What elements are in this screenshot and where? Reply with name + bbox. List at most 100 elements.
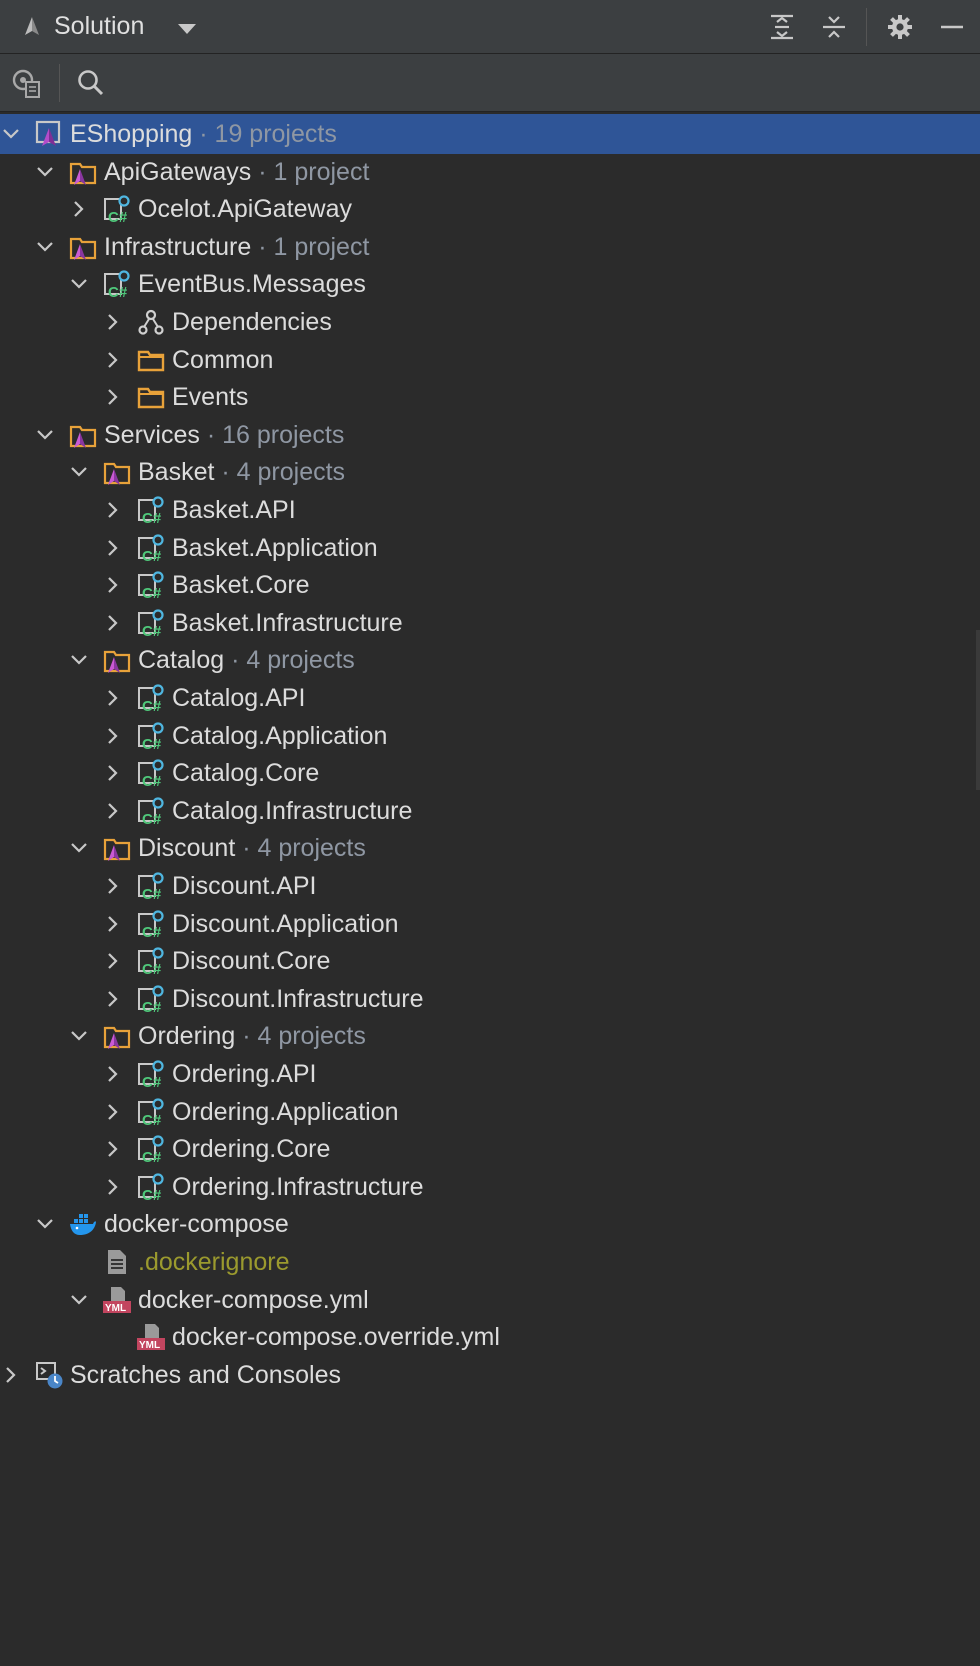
minimize-icon[interactable] [936, 11, 968, 43]
svg-text:C#: C# [142, 623, 162, 637]
chevron-right-icon[interactable] [103, 801, 123, 821]
chevron-down-icon[interactable] [69, 838, 89, 858]
chevron-right-icon[interactable] [103, 538, 123, 558]
tree-node[interactable]: C# Discount.Application [0, 904, 980, 944]
tree-node[interactable]: C# EventBus.Messages [0, 264, 980, 304]
node-name: Infrastructure [104, 233, 252, 261]
tree-node[interactable]: C# Catalog.API [0, 678, 980, 718]
window-title[interactable]: Solution [54, 12, 144, 41]
scrollbar[interactable] [976, 630, 980, 790]
tree-node[interactable]: Basket · 4 projects [0, 452, 980, 492]
chevron-down-icon[interactable] [69, 1026, 89, 1046]
yaml-file-icon: YML [137, 1323, 165, 1351]
chevron-right-icon[interactable] [103, 500, 123, 520]
chevron-right-icon[interactable] [103, 876, 123, 896]
expand-all-icon[interactable] [766, 11, 798, 43]
tree-node[interactable]: Services · 16 projects [0, 415, 980, 455]
csharp-project-icon: C# [137, 910, 165, 941]
tree-node[interactable]: Scratches and Consoles [0, 1355, 980, 1395]
tree-node-label: Ordering · 4 projects [138, 1022, 366, 1050]
chevron-down-icon[interactable] [35, 1214, 55, 1234]
chevron-right-icon[interactable] [103, 1139, 123, 1159]
chevron-right-icon[interactable] [103, 688, 123, 708]
chevron-right-icon[interactable] [103, 613, 123, 633]
chevron-right-icon[interactable] [103, 1064, 123, 1084]
search-icon[interactable] [74, 66, 108, 100]
tree-node[interactable]: C# Ordering.Application [0, 1092, 980, 1132]
chevron-right-icon[interactable] [103, 387, 123, 407]
chevron-down-icon[interactable] [69, 274, 89, 294]
tree-node-label: Ordering.Application [172, 1098, 399, 1126]
tree-node[interactable]: C# Basket.API [0, 490, 980, 530]
chevron-right-icon[interactable] [103, 989, 123, 1009]
file-icon [103, 1248, 131, 1276]
chevron-right-icon[interactable] [103, 312, 123, 332]
chevron-right-icon[interactable] [103, 350, 123, 370]
tree-node[interactable]: C# Discount.Core [0, 941, 980, 981]
tree-node-label: Catalog.Infrastructure [172, 797, 412, 825]
chevron-right-icon[interactable] [103, 575, 123, 595]
chevron-right-icon[interactable] [103, 1177, 123, 1197]
chevron-down-icon[interactable] [178, 24, 196, 34]
tree-node[interactable]: Infrastructure · 1 project [0, 227, 980, 267]
tree-node[interactable]: C# Discount.Infrastructure [0, 979, 980, 1019]
tree-node-label: Events [172, 383, 248, 411]
tree-node[interactable]: C# Basket.Core [0, 565, 980, 605]
chevron-right-icon[interactable] [69, 199, 89, 219]
tree-node[interactable]: .dockerignore [0, 1242, 980, 1282]
collapse-all-icon[interactable] [818, 11, 850, 43]
tree-node-label: Common [172, 346, 273, 374]
chevron-down-icon[interactable] [1, 124, 21, 144]
locate-file-icon[interactable] [9, 66, 43, 100]
node-name: Discount.Core [172, 947, 331, 975]
chevron-right-icon[interactable] [103, 726, 123, 746]
tree-node[interactable]: Dependencies [0, 302, 980, 342]
tree-node-label: EShopping · 19 projects [70, 120, 337, 148]
chevron-right-icon[interactable] [103, 763, 123, 783]
chevron-down-icon[interactable] [69, 1290, 89, 1310]
svg-text:C#: C# [142, 811, 162, 825]
node-name: Scratches and Consoles [70, 1361, 341, 1389]
tree-node[interactable]: docker-compose [0, 1204, 980, 1244]
tree-node-label: Discount.Application [172, 910, 399, 938]
svg-text:C#: C# [142, 1187, 162, 1201]
tree-node[interactable]: C# Basket.Application [0, 528, 980, 568]
tree-node[interactable]: C# Ordering.API [0, 1054, 980, 1094]
tree-node[interactable]: Common [0, 340, 980, 380]
tree-node[interactable]: C# Catalog.Application [0, 716, 980, 756]
chevron-right-icon[interactable] [103, 914, 123, 934]
tree-node[interactable]: C# Ordering.Core [0, 1129, 980, 1169]
chevron-right-icon[interactable] [103, 951, 123, 971]
tree-node[interactable]: C# Basket.Infrastructure [0, 603, 980, 643]
chevron-down-icon[interactable] [35, 425, 55, 445]
tree-node[interactable]: YML docker-compose.yml [0, 1280, 980, 1320]
tree-node[interactable]: C# Catalog.Infrastructure [0, 791, 980, 831]
gear-icon[interactable] [884, 11, 916, 43]
tree-node[interactable]: ApiGateways · 1 project [0, 152, 980, 192]
tree-node[interactable]: Discount · 4 projects [0, 828, 980, 868]
project-count: · 19 projects [192, 120, 337, 148]
node-name: Ocelot.ApiGateway [138, 195, 352, 223]
tree-node[interactable]: Events [0, 377, 980, 417]
tree-node[interactable]: Catalog · 4 projects [0, 640, 980, 680]
tree-node[interactable]: C# Ocelot.ApiGateway [0, 189, 980, 229]
toolbar-divider [59, 64, 60, 102]
tree-node[interactable]: C# Ordering.Infrastructure [0, 1167, 980, 1207]
rider-solution-icon [25, 17, 39, 35]
chevron-right-icon[interactable] [1, 1365, 21, 1385]
tree-node[interactable]: Ordering · 4 projects [0, 1016, 980, 1056]
chevron-down-icon[interactable] [35, 237, 55, 257]
solution-folder-icon [69, 233, 97, 261]
tree-toolbar [0, 54, 980, 112]
tree-node[interactable]: EShopping · 19 projects [0, 114, 980, 154]
tree-node[interactable]: C# Discount.API [0, 866, 980, 906]
chevron-down-icon[interactable] [35, 162, 55, 182]
chevron-down-icon[interactable] [69, 462, 89, 482]
node-name: Catalog.Core [172, 759, 320, 787]
chevron-down-icon[interactable] [69, 650, 89, 670]
svg-text:C#: C# [142, 510, 162, 524]
tree-node[interactable]: YML docker-compose.override.yml [0, 1317, 980, 1357]
chevron-right-icon[interactable] [103, 1102, 123, 1122]
tree-node[interactable]: C# Catalog.Core [0, 753, 980, 793]
csharp-project-icon: C# [137, 1135, 165, 1166]
